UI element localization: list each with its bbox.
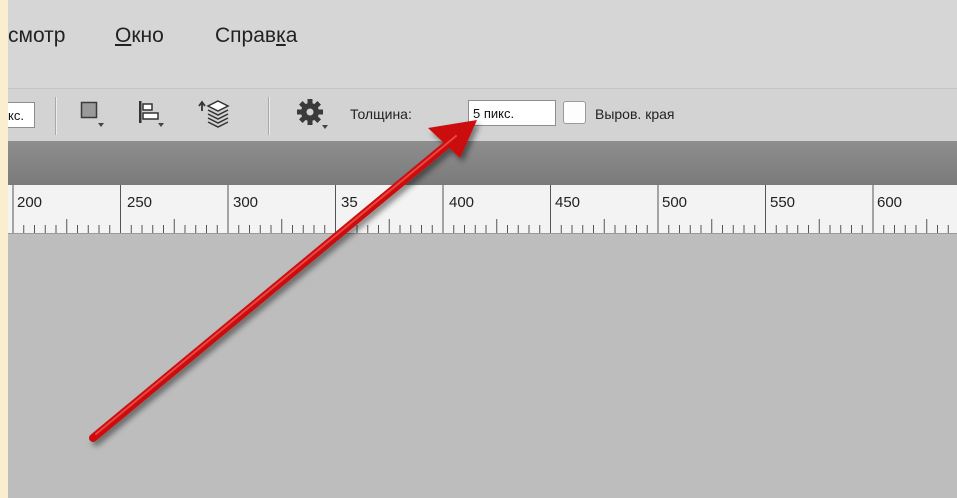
stroke-square-icon[interactable] [80, 101, 104, 134]
ruler-label: 200 [17, 194, 43, 211]
menu-label-accelerator: к [276, 24, 286, 47]
ruler-label: 250 [127, 194, 153, 211]
menu-label-part: кно [131, 24, 164, 47]
thickness-label: Толщина: [350, 106, 412, 122]
menu-label-part: а [285, 24, 298, 47]
smooth-edges-checkbox[interactable] [563, 101, 586, 124]
document-tab-bar [8, 141, 957, 185]
menu-bar: смотр Окно Справка [8, 0, 957, 88]
ruler-label: 400 [449, 194, 475, 211]
arrange-layers-icon[interactable] [198, 97, 230, 136]
smooth-edges-label: Выров. края [595, 106, 675, 122]
ruler-label: 450 [555, 194, 581, 211]
toolbar-separator [55, 97, 57, 135]
size-field[interactable]: кс. [8, 102, 35, 128]
options-toolbar: кс. Толщина: 5 пикс. Выров. края [8, 88, 957, 141]
ruler-label: 300 [233, 194, 259, 211]
menu-label-part: смотр [8, 24, 66, 47]
menu-label-part: Справ [215, 24, 277, 47]
gear-icon[interactable] [296, 98, 330, 137]
application-window: смотр Окно Справка кс. Толщина: 5 пикс. … [8, 0, 957, 498]
ruler-label: 600 [877, 194, 903, 211]
ruler-label: 500 [662, 194, 688, 211]
menu-item-window[interactable]: Окно [115, 24, 164, 48]
horizontal-ruler: 200 250 300 35 400 450 500 550 600 [8, 185, 957, 234]
align-icon[interactable] [138, 101, 164, 134]
menu-label-accelerator: О [115, 24, 132, 47]
menu-item-help[interactable]: Справка [215, 24, 297, 48]
thickness-input[interactable]: 5 пикс. [468, 100, 556, 126]
ruler-label: 550 [770, 194, 796, 211]
menu-item-view[interactable]: смотр [8, 24, 65, 48]
toolbar-separator [268, 97, 270, 135]
ruler-label: 35 [341, 194, 358, 211]
canvas-area[interactable] [8, 234, 957, 498]
